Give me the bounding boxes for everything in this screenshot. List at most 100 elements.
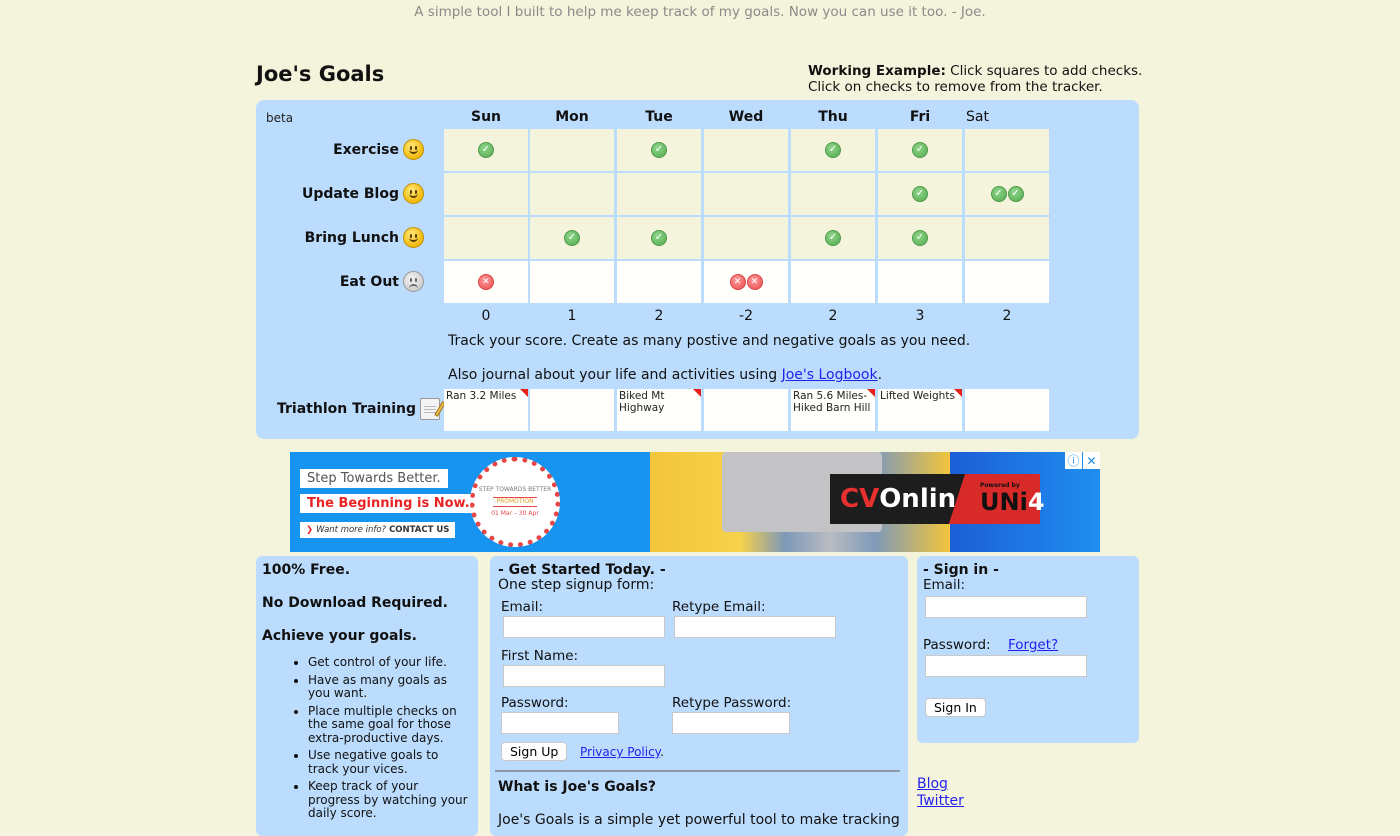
goal-cell[interactable] xyxy=(791,173,875,215)
smiley-icon[interactable] xyxy=(403,227,424,248)
blog-link[interactable]: Blog xyxy=(917,776,964,793)
signup-panel: - Get Started Today. - One step signup f… xyxy=(490,556,908,836)
feature-item: Keep track of your progress by watching … xyxy=(308,779,472,821)
smiley-icon[interactable] xyxy=(403,139,424,160)
day-header-tue: Tue xyxy=(645,109,673,125)
score-info: Track your score. Create as many postive… xyxy=(448,333,971,349)
goal-label[interactable]: Exercise xyxy=(333,139,424,160)
check-mark-icon[interactable]: ✓ xyxy=(825,142,841,158)
goal-label[interactable]: Update Blog xyxy=(302,183,424,204)
logbook-cell[interactable] xyxy=(530,389,614,431)
goal-cell[interactable]: ✓ xyxy=(878,129,962,171)
check-mark-icon[interactable]: ✓ xyxy=(564,230,580,246)
goal-cell[interactable]: ✕ xyxy=(444,261,528,303)
logbook-cell[interactable] xyxy=(704,389,788,431)
goal-cell[interactable]: ✓ xyxy=(617,129,701,171)
goal-cell[interactable]: ✓ xyxy=(530,217,614,259)
example-note-label: Working Example: xyxy=(808,63,946,79)
goal-cell[interactable]: ✓ xyxy=(878,173,962,215)
cross-mark-icon[interactable]: ✕ xyxy=(729,274,746,290)
advertisement-banner[interactable]: Step Towards Better. The Beginning is No… xyxy=(290,452,1100,552)
frowny-icon[interactable] xyxy=(403,271,424,292)
goal-cell[interactable]: ✓ xyxy=(791,217,875,259)
check-mark-icon[interactable]: ✓ xyxy=(990,186,1007,202)
sign-in-button[interactable]: Sign In xyxy=(925,698,986,717)
daily-score: -2 xyxy=(739,308,753,324)
goal-cell[interactable] xyxy=(704,217,788,259)
example-note-line2: Click on checks to remove from the track… xyxy=(808,79,1103,95)
ad-contact-us[interactable]: CONTACT US xyxy=(389,525,449,535)
forgot-password-link[interactable]: Forget? xyxy=(1008,637,1058,653)
ad-promo-seal: STEP TOWARDS BETTER PROMOTION 01 Mar – 3… xyxy=(470,457,560,547)
goal-cell[interactable]: ✓ ✓ xyxy=(965,173,1049,215)
goal-cell[interactable] xyxy=(444,173,528,215)
joes-logbook-link[interactable]: Joe's Logbook xyxy=(782,367,878,383)
signup-retype-password-input[interactable] xyxy=(672,712,790,734)
check-mark-icon[interactable]: ✓ xyxy=(1007,186,1024,202)
daily-score: 2 xyxy=(828,308,838,324)
goal-cell[interactable] xyxy=(965,217,1049,259)
logbook-cell[interactable]: Biked Mt Highway xyxy=(617,389,701,431)
cross-mark-icon[interactable]: ✕ xyxy=(746,274,763,290)
goal-cell[interactable] xyxy=(965,261,1049,303)
signin-password-input[interactable] xyxy=(925,655,1087,677)
check-mark-icon[interactable]: ✓ xyxy=(651,142,667,158)
goal-cell[interactable]: ✕ ✕ xyxy=(704,261,788,303)
ad-uni4-logo: Powered by UNi4 xyxy=(980,482,1045,514)
signup-retype-email-input[interactable] xyxy=(674,616,836,638)
goal-cell[interactable]: ✓ xyxy=(617,217,701,259)
goal-label[interactable]: Eat Out xyxy=(340,271,424,292)
twitter-link[interactable]: Twitter xyxy=(917,793,964,810)
signup-email-input[interactable] xyxy=(503,616,665,638)
ad-info-prompt: Want more info? xyxy=(316,525,387,535)
day-header-fri: Fri xyxy=(909,109,931,125)
feature-item: Get control of your life. xyxy=(308,655,472,670)
seal-dates: 01 Mar – 30 Apr xyxy=(491,510,539,517)
tagline: A simple tool I built to help me keep tr… xyxy=(414,4,986,20)
feature-list: Get control of your life. Have as many go… xyxy=(262,655,472,821)
daily-score: 1 xyxy=(567,308,577,324)
goal-cell[interactable]: ✓ xyxy=(791,129,875,171)
check-mark-icon[interactable]: ✓ xyxy=(651,230,667,246)
day-header-sun: Sun xyxy=(470,109,502,125)
privacy-policy-link[interactable]: Privacy Policy xyxy=(580,745,660,759)
logbook-cell[interactable]: Ran 3.2 Miles xyxy=(444,389,528,431)
ad-contact[interactable]: ❯ Want more info? CONTACT US xyxy=(300,522,456,538)
goal-cell[interactable]: ✓ xyxy=(878,217,962,259)
seal-mid: PROMOTION xyxy=(493,497,537,507)
check-mark-icon[interactable]: ✓ xyxy=(825,230,841,246)
goal-cell[interactable] xyxy=(617,173,701,215)
goal-cell[interactable]: ✓ xyxy=(444,129,528,171)
signup-first-name-input[interactable] xyxy=(503,665,665,687)
check-mark-icon[interactable]: ✓ xyxy=(912,186,928,202)
logbook-cell[interactable]: Ran 5.6 Miles- Hiked Barn Hill xyxy=(791,389,875,431)
goal-label[interactable]: Bring Lunch xyxy=(305,227,424,248)
goal-cell[interactable] xyxy=(530,261,614,303)
goal-cell[interactable] xyxy=(617,261,701,303)
logbook-cell[interactable] xyxy=(965,389,1049,431)
site-title: Joe's Goals xyxy=(256,62,385,86)
goal-cell[interactable] xyxy=(791,261,875,303)
goal-cell[interactable] xyxy=(704,129,788,171)
goal-cell[interactable] xyxy=(530,129,614,171)
cross-mark-icon[interactable]: ✕ xyxy=(478,274,494,290)
goal-cell[interactable] xyxy=(878,261,962,303)
sign-up-button[interactable]: Sign Up xyxy=(501,742,568,761)
seal-top: STEP TOWARDS BETTER xyxy=(478,486,552,493)
goal-cell[interactable] xyxy=(704,173,788,215)
goal-name: Eat Out xyxy=(339,273,399,290)
check-mark-icon[interactable]: ✓ xyxy=(912,142,928,158)
logbook-entry: Biked Mt Highway xyxy=(619,390,665,414)
smiley-icon[interactable] xyxy=(403,183,424,204)
check-mark-icon[interactable]: ✓ xyxy=(912,230,928,246)
goal-cell[interactable] xyxy=(444,217,528,259)
goal-cell[interactable] xyxy=(530,173,614,215)
signup-password-input[interactable] xyxy=(501,712,619,734)
info-icon[interactable]: ⓘ xyxy=(1065,452,1082,469)
logbook-cell[interactable]: Lifted Weights xyxy=(878,389,962,431)
signin-email-input[interactable] xyxy=(925,596,1087,618)
check-mark-icon[interactable]: ✓ xyxy=(478,142,494,158)
close-icon[interactable]: ✕ xyxy=(1083,452,1100,469)
notepad-icon[interactable] xyxy=(420,398,446,420)
goal-cell[interactable] xyxy=(965,129,1049,171)
